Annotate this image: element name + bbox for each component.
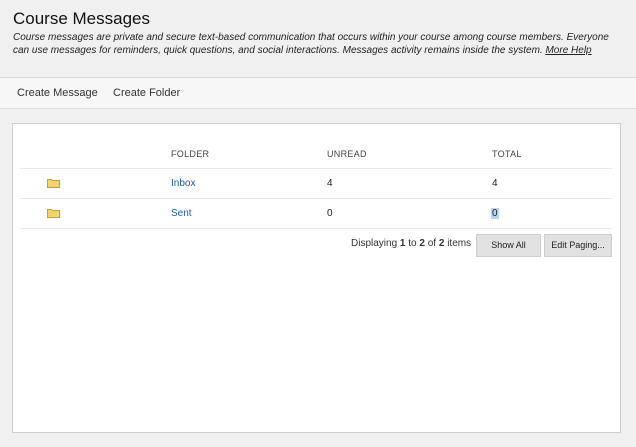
action-bar-divider bbox=[0, 108, 636, 109]
action-bar: Create Message Create Folder bbox=[0, 78, 636, 108]
row-divider bbox=[20, 198, 612, 199]
page-description: Course messages are private and secure t… bbox=[13, 31, 625, 57]
paging-summary: Displaying 1 to 2 of 2 items bbox=[351, 238, 471, 249]
column-header-unread: UNREAD bbox=[327, 149, 367, 159]
paging-total: 2 bbox=[438, 238, 445, 249]
paging-prefix: Displaying bbox=[351, 238, 398, 249]
page-header: Course Messages Course messages are priv… bbox=[0, 0, 636, 77]
folder-link-sent[interactable]: Sent bbox=[171, 208, 192, 219]
row-divider bbox=[20, 228, 612, 229]
paging-of-word: of bbox=[427, 238, 437, 249]
create-folder-button[interactable]: Create Folder bbox=[113, 87, 180, 99]
total-count: 0 bbox=[491, 208, 499, 219]
paging-suffix: items bbox=[447, 238, 472, 249]
paging-to-word: to bbox=[408, 238, 417, 249]
header-divider-line bbox=[20, 168, 612, 169]
folder-icon bbox=[47, 209, 60, 218]
unread-count: 4 bbox=[327, 178, 333, 189]
edit-paging-button[interactable]: Edit Paging... bbox=[544, 234, 612, 257]
page-title: Course Messages bbox=[13, 9, 151, 28]
selected-total-value: 0 bbox=[491, 208, 499, 219]
folder-link-inbox[interactable]: Inbox bbox=[171, 178, 195, 189]
folders-panel: FOLDER UNREAD TOTAL Inbox 4 4 Sent 0 0 D… bbox=[12, 123, 621, 433]
column-header-folder: FOLDER bbox=[171, 149, 210, 159]
paging-to: 2 bbox=[419, 238, 425, 249]
total-count: 4 bbox=[492, 178, 498, 189]
create-message-button[interactable]: Create Message bbox=[17, 87, 98, 99]
more-help-link[interactable]: More Help bbox=[545, 45, 591, 56]
column-header-total: TOTAL bbox=[492, 149, 522, 159]
paging-from: 1 bbox=[399, 238, 406, 249]
folder-icon bbox=[47, 179, 60, 188]
description-text: Course messages are private and secure t… bbox=[13, 32, 609, 56]
show-all-button[interactable]: Show All bbox=[476, 234, 541, 257]
unread-count: 0 bbox=[327, 208, 333, 219]
